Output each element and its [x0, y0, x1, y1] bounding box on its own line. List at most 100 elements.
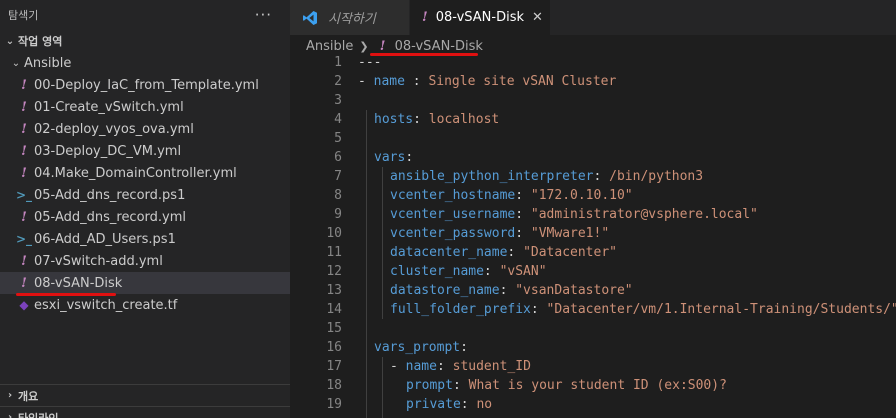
line-number: 14 — [326, 302, 342, 317]
folder-ansible[interactable]: ⌄ Ansible — [0, 52, 290, 74]
line-number: 7 — [334, 169, 342, 184]
code-line: 11 datacenter_name: "Datacenter" — [290, 243, 896, 262]
code-text: --- — [358, 55, 382, 70]
code-line: 14 full_folder_prefix: "Datacenter/vm/1.I… — [290, 300, 896, 319]
code-value: "Datacenter/vm/1.Internal-Training/Stude… — [546, 302, 896, 317]
file-label: 08-vSAN-Disk — [34, 275, 123, 291]
folder-label: Ansible — [24, 55, 72, 71]
code-value: "vsanDatastore" — [515, 283, 633, 298]
line-number: 5 — [334, 131, 342, 146]
yaml-icon: ! — [21, 209, 27, 225]
workspace-label: 작업 영역 — [18, 35, 63, 48]
file-item[interactable]: ! 01-Create_vSwitch.yml — [0, 96, 290, 118]
file-item[interactable]: >_ 05-Add_dns_record.ps1 — [0, 184, 290, 206]
file-item[interactable]: ! 03-Deploy_DC_VM.yml — [0, 140, 290, 162]
terraform-icon: ◆ — [19, 298, 29, 312]
chevron-right-icon: › — [7, 412, 13, 418]
code-key: vars — [374, 150, 406, 165]
yaml-icon: ! — [21, 77, 27, 93]
line-number: 13 — [326, 283, 342, 298]
workspace-section-header[interactable]: ⌄ 작업 영역 — [0, 30, 290, 52]
code-value: What is your student ID (ex:S00)? — [468, 378, 727, 393]
code-key: datastore_name — [390, 283, 500, 298]
line-number: 17 — [326, 359, 342, 374]
code-key: vcenter_password — [390, 226, 516, 241]
chevron-right-icon: › — [7, 390, 13, 401]
yaml-icon: ! — [21, 99, 27, 115]
breadcrumb-folder[interactable]: Ansible — [306, 39, 353, 54]
code-line: 8 vcenter_hostname: "172.0.10.10" — [290, 186, 896, 205]
code-value: /bin/python3 — [609, 169, 704, 184]
explorer-sidebar: 탐색기 ··· ⌄ 작업 영역 ⌄ Ansible ! 00-Deploy_IaC… — [0, 0, 290, 418]
code-line: 13 datastore_name: "vsanDatastore" — [290, 281, 896, 300]
code-value: "172.0.10.10" — [530, 188, 633, 203]
code-line: 7 ansible_python_interpreter: /bin/python… — [290, 167, 896, 186]
powershell-icon: >_ — [15, 232, 33, 246]
code-line: 4 hosts: localhost — [290, 110, 896, 129]
code-key: private — [406, 397, 461, 412]
tab-label: 시작하기 — [328, 12, 376, 27]
file-label: 04.Make_DomainController.yml — [34, 165, 237, 181]
file-item[interactable]: ! 04.Make_DomainController.yml — [0, 162, 290, 184]
timeline-section-header[interactable]: › 타임라인 — [0, 406, 290, 418]
code-key: hosts — [374, 112, 414, 127]
code-value: "VMware1!" — [530, 226, 610, 241]
line-number: 12 — [326, 264, 342, 279]
close-icon[interactable]: ✕ — [532, 10, 543, 25]
outline-section-header[interactable]: › 개요 — [0, 384, 290, 406]
code-value: "administrator@vsphere.local" — [530, 207, 758, 222]
file-item[interactable]: ! 02-deploy_vyos_ova.yml — [0, 118, 290, 140]
file-item-selected[interactable]: ! 08-vSAN-Disk — [0, 272, 290, 294]
code-key: vcenter_hostname — [390, 188, 516, 203]
code-editor[interactable]: 1 --- 2- name : Single site vSAN Cluster … — [290, 53, 896, 418]
file-item[interactable]: ! 00-Deploy_IaC_from_Template.yml — [0, 74, 290, 96]
code-line: 18 prompt: What is your student ID (ex:S0… — [290, 376, 896, 395]
code-key: name — [373, 74, 405, 89]
code-key: cluster_name — [390, 264, 484, 279]
annotation-underline — [16, 293, 116, 296]
explorer-title: 탐색기 — [8, 9, 39, 22]
yaml-icon: ! — [21, 165, 27, 181]
code-line: 2- name : Single site vSAN Cluster — [290, 72, 896, 91]
file-item[interactable]: ◆ esxi_vswitch_create.tf — [0, 294, 290, 316]
more-actions-icon[interactable]: ··· — [255, 6, 272, 24]
file-label: 00-Deploy_IaC_from_Template.yml — [34, 77, 259, 93]
powershell-icon: >_ — [15, 188, 33, 202]
line-number: 4 — [334, 112, 342, 127]
chevron-right-icon: ❯ — [359, 39, 369, 53]
file-label: 05-Add_dns_record.ps1 — [34, 187, 186, 203]
tab-get-started[interactable]: 시작하기 — [290, 0, 410, 35]
line-number: 8 — [334, 188, 342, 203]
line-number: 15 — [326, 321, 342, 336]
yaml-icon: ! — [21, 275, 27, 291]
breadcrumb-file[interactable]: 08-vSAN-Disk — [395, 39, 483, 54]
file-label: 02-deploy_vyos_ova.yml — [34, 121, 194, 137]
vscode-icon — [302, 10, 318, 26]
code-key: datacenter_name — [390, 245, 508, 260]
code-key: vcenter_username — [390, 207, 516, 222]
code-key: full_folder_prefix — [390, 302, 531, 317]
file-item[interactable]: ! 05-Add_dns_record.yml — [0, 206, 290, 228]
yaml-icon: ! — [422, 10, 428, 25]
file-label: 07-vSwitch-add.yml — [34, 253, 163, 269]
outline-label: 개요 — [18, 389, 39, 403]
code-key: vars_prompt — [374, 340, 461, 355]
file-item[interactable]: ! 07-vSwitch-add.yml — [0, 250, 290, 272]
code-value: "vSAN" — [499, 264, 547, 279]
timeline-label: 타임라인 — [18, 411, 59, 418]
file-label: 06-Add_AD_Users.ps1 — [34, 231, 176, 247]
explorer-header: 탐색기 ··· — [0, 0, 290, 30]
code-value: no — [476, 397, 493, 412]
file-label: 01-Create_vSwitch.yml — [34, 99, 184, 115]
file-item[interactable]: >_ 06-Add_AD_Users.ps1 — [0, 228, 290, 250]
code-key: prompt — [406, 378, 453, 393]
file-label: esxi_vswitch_create.tf — [34, 297, 178, 313]
tab-08-vsan-disk[interactable]: ! 08-vSAN-Disk ✕ — [410, 0, 550, 35]
code-key: ansible_python_interpreter — [390, 169, 594, 184]
code-line: 17- name: student_ID — [290, 357, 896, 376]
line-number: 3 — [334, 93, 342, 108]
line-number: 1 — [334, 55, 342, 70]
line-number: 19 — [326, 397, 342, 412]
code-value: "Datacenter" — [523, 245, 617, 260]
tab-bar: 시작하기 ! 08-vSAN-Disk ✕ — [290, 0, 896, 35]
